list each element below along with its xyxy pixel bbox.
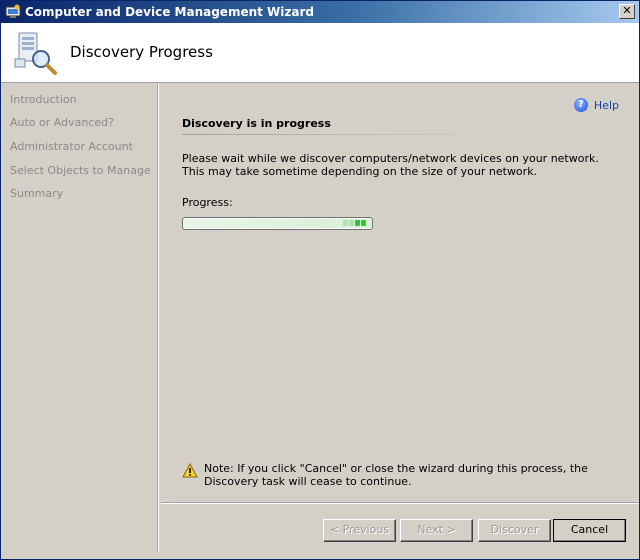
cancel-note: Note: If you click "Cancel" or close the… bbox=[182, 462, 622, 488]
help-link[interactable]: ? Help bbox=[573, 98, 619, 112]
progress-block bbox=[361, 220, 366, 226]
next-button[interactable]: Next > bbox=[400, 519, 473, 542]
progress-bar bbox=[182, 217, 373, 230]
footer-divider bbox=[161, 502, 639, 504]
sidebar-item-auto-or-advanced: Auto or Advanced? bbox=[10, 116, 114, 129]
help-label: Help bbox=[593, 98, 619, 112]
wizard-steps-sidebar: Introduction Auto or Advanced? Administr… bbox=[1, 84, 159, 552]
progress-block bbox=[349, 220, 354, 226]
progress-block bbox=[343, 220, 348, 226]
page-title: Discovery Progress bbox=[70, 43, 213, 61]
sidebar-item-introduction: Introduction bbox=[10, 93, 77, 106]
wizard-header: Discovery Progress bbox=[1, 23, 639, 83]
help-icon: ? bbox=[573, 98, 588, 112]
sidebar-item-select-objects: Select Objects to Manage bbox=[10, 164, 151, 177]
title-bar[interactable]: Computer and Device Management Wizard ✕ bbox=[1, 1, 639, 23]
progress-label: Progress: bbox=[182, 196, 233, 209]
section-title: Discovery is in progress bbox=[182, 117, 331, 130]
sidebar-item-administrator-account: Administrator Account bbox=[10, 140, 133, 153]
close-icon[interactable]: ✕ bbox=[619, 4, 635, 19]
progress-block bbox=[355, 220, 360, 226]
sidebar-item-summary: Summary bbox=[10, 187, 64, 200]
main-content: ? Help Discovery is in progress Please w… bbox=[161, 84, 639, 502]
cancel-button[interactable]: Cancel bbox=[553, 519, 626, 542]
progress-marquee bbox=[342, 220, 366, 226]
app-icon bbox=[5, 4, 21, 20]
discover-button[interactable]: Discover bbox=[478, 519, 551, 542]
section-divider bbox=[182, 134, 502, 135]
window-title: Computer and Device Management Wizard bbox=[25, 5, 314, 19]
previous-button[interactable]: < Previous bbox=[323, 519, 396, 542]
note-text: Note: If you click "Cancel" or close the… bbox=[204, 462, 588, 488]
discovery-magnifier-icon bbox=[13, 29, 59, 77]
description-text: Please wait while we discover computers/… bbox=[182, 152, 599, 178]
warning-icon bbox=[182, 462, 198, 479]
wizard-window: Computer and Device Management Wizard ✕ … bbox=[0, 0, 640, 560]
